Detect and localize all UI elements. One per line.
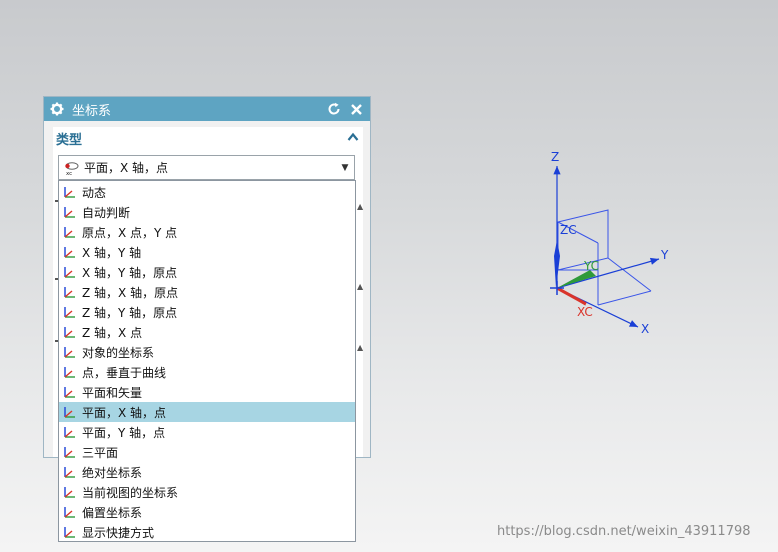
- dropdown-item[interactable]: Z 轴，X 轴，原点: [59, 282, 355, 302]
- hidden-section-markers: [43, 180, 59, 458]
- dropdown-item[interactable]: Z 轴，X 点: [59, 322, 355, 342]
- dropdown-item[interactable]: 自动判断: [59, 202, 355, 222]
- plane-xaxis-point-icon: xc: [63, 160, 81, 177]
- xc-axis-label: XC: [577, 305, 593, 319]
- dropdown-item-label: Z 轴，X 轴，原点: [82, 285, 179, 300]
- dropdown-item[interactable]: Z 轴，Y 轴，原点: [59, 302, 355, 322]
- dropdown-item[interactable]: 平面，X 轴，点: [59, 402, 355, 422]
- zc-axis-label: ZC: [560, 223, 577, 237]
- watermark: https://blog.csdn.net/weixin_43911798: [497, 524, 751, 539]
- dropdown-item[interactable]: 平面和矢量: [59, 382, 355, 402]
- point-normal-to-curve-icon: [61, 364, 79, 380]
- dynamic-csys-icon: [61, 184, 79, 200]
- type-select-value: 平面，X 轴，点: [84, 161, 169, 175]
- csys-viewport[interactable]: Z Y X ZC YC XC: [480, 130, 700, 360]
- collapse-caret-icon[interactable]: [347, 131, 359, 146]
- dropdown-item-label: 偏置坐标系: [82, 505, 143, 520]
- dropdown-item[interactable]: 三平面: [59, 442, 355, 462]
- hidden-section-carets: ▲ ▲ ▲: [357, 202, 364, 352]
- dropdown-item[interactable]: 原点，X 点，Y 点: [59, 222, 355, 242]
- dropdown-item[interactable]: 显示快捷方式: [59, 522, 355, 542]
- dropdown-item[interactable]: X 轴，Y 轴，原点: [59, 262, 355, 282]
- absolute-csys-icon: [61, 464, 79, 480]
- dropdown-item-label: 自动判断: [82, 205, 131, 220]
- dropdown-item-label: 当前视图的坐标系: [82, 485, 179, 500]
- dropdown-item-label: 平面，X 轴，点: [82, 405, 167, 420]
- plane-xaxis-point-icon: [61, 404, 79, 420]
- inferred-csys-icon: [61, 204, 79, 220]
- close-icon[interactable]: [348, 101, 364, 117]
- dropdown-item[interactable]: 动态: [59, 182, 355, 202]
- zaxis-xpoint-icon: [61, 324, 79, 340]
- z-axis-label: Z: [551, 150, 559, 164]
- xaxis-yaxis-icon: [61, 244, 79, 260]
- dropdown-item-label: Z 轴，X 点: [82, 325, 143, 340]
- dropdown-item-label: 原点，X 点，Y 点: [82, 225, 178, 240]
- dropdown-item-label: 显示快捷方式: [82, 525, 155, 540]
- type-section-label: 类型: [56, 132, 83, 148]
- csys-of-object-icon: [61, 344, 79, 360]
- dropdown-item[interactable]: 平面，Y 轴，点: [59, 422, 355, 442]
- dropdown-item-label: 平面，Y 轴，点: [82, 425, 166, 440]
- dropdown-item-label: 动态: [82, 185, 107, 200]
- origin-xpoint-ypoint-icon: [61, 224, 79, 240]
- dropdown-item-label: Z 轴，Y 轴，原点: [82, 305, 178, 320]
- xaxis-yaxis-origin-icon: [61, 264, 79, 280]
- dialog-titlebar[interactable]: 坐标系: [44, 97, 370, 121]
- zaxis-yaxis-origin-icon: [61, 304, 79, 320]
- dropdown-item[interactable]: X 轴，Y 轴: [59, 242, 355, 262]
- dropdown-item[interactable]: 偏置坐标系: [59, 502, 355, 522]
- dropdown-item[interactable]: 对象的坐标系: [59, 342, 355, 362]
- gear-icon[interactable]: [50, 102, 64, 116]
- y-axis-label: Y: [660, 248, 669, 262]
- dropdown-item-label: X 轴，Y 轴，原点: [82, 265, 178, 280]
- type-select[interactable]: xc 平面，X 轴，点 ▼: [58, 155, 355, 180]
- reset-icon[interactable]: [326, 101, 342, 117]
- chevron-down-icon[interactable]: ▼: [336, 163, 354, 173]
- yc-axis-label: YC: [583, 259, 599, 273]
- current-view-csys-icon: [61, 484, 79, 500]
- dropdown-item-label: 对象的坐标系: [82, 345, 155, 360]
- svg-text:xc: xc: [66, 171, 72, 176]
- dropdown-item[interactable]: 点，垂直于曲线: [59, 362, 355, 382]
- zaxis-xaxis-origin-icon: [61, 284, 79, 300]
- dropdown-item-label: 平面和矢量: [82, 385, 143, 400]
- type-section-header[interactable]: 类型: [53, 127, 363, 149]
- dropdown-item-label: 三平面: [82, 445, 119, 460]
- dropdown-item-label: 点，垂直于曲线: [82, 365, 167, 380]
- show-shortcuts-icon: [61, 524, 79, 540]
- plane-and-vector-icon: [61, 384, 79, 400]
- x-axis-label: X: [641, 322, 649, 336]
- dropdown-item-label: X 轴，Y 轴: [82, 245, 142, 260]
- dropdown-item[interactable]: 绝对坐标系: [59, 462, 355, 482]
- dialog-title: 坐标系: [72, 103, 112, 119]
- dropdown-item-label: 绝对坐标系: [82, 465, 143, 480]
- offset-csys-icon: [61, 504, 79, 520]
- three-planes-icon: [61, 444, 79, 460]
- type-dropdown-list: 动态自动判断原点，X 点，Y 点 X 轴，Y 轴 X 轴，Y 轴，原点 Z 轴，X 轴…: [58, 180, 356, 542]
- dropdown-item[interactable]: 当前视图的坐标系: [59, 482, 355, 502]
- plane-yaxis-point-icon: [61, 424, 79, 440]
